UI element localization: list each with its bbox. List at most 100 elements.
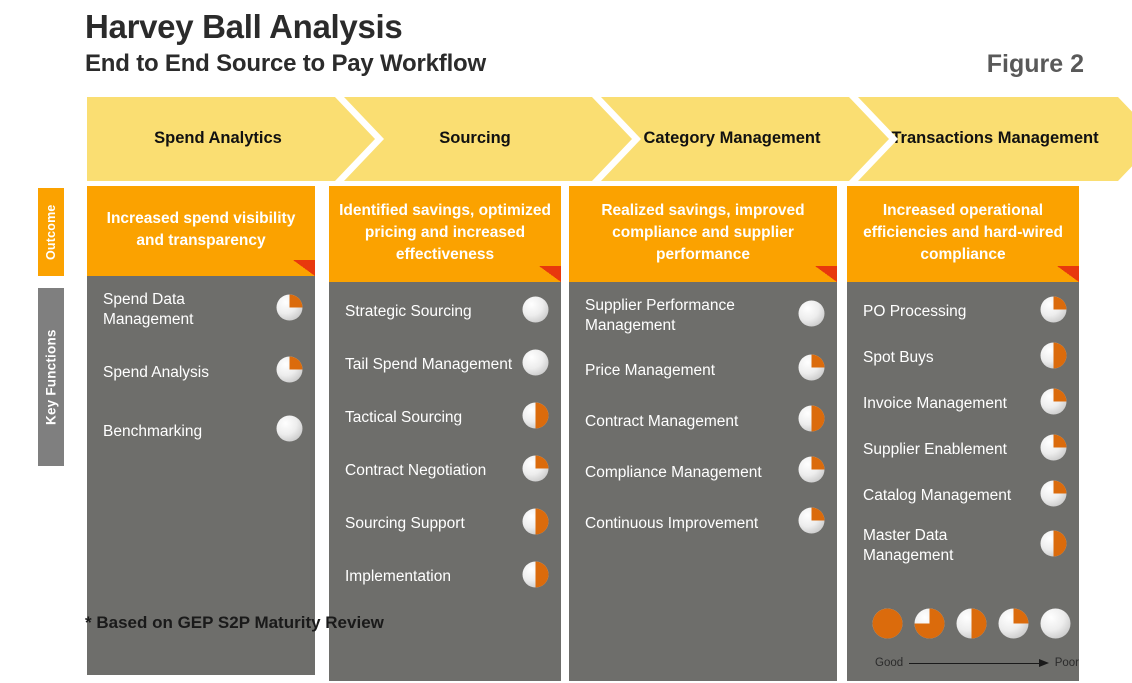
harvey-ball-icon [522, 508, 549, 540]
stage-chevron-1[interactable]: Spend Analytics [87, 97, 375, 181]
key-function-label: Invoice Management [863, 395, 1007, 413]
key-function-row[interactable]: Continuous Improvement [585, 507, 825, 539]
harvey-ball-icon [276, 294, 303, 326]
harvey-ball-icon [276, 356, 303, 388]
key-function-label: Master Data Management [863, 527, 954, 564]
outcome-box[interactable]: Increased operational efficiencies and h… [847, 186, 1079, 282]
harvey-ball-icon [522, 455, 549, 487]
key-function-row[interactable]: Tactical Sourcing [345, 402, 549, 434]
key-function-label: Supplier Performance Management [585, 297, 735, 334]
harvey-ball-icon [1040, 530, 1067, 562]
harvey-ball-icon [1040, 434, 1067, 466]
footnote: * Based on GEP S2P Maturity Review [85, 613, 384, 632]
corner-fold-icon [539, 266, 561, 282]
corner-fold-icon [293, 260, 315, 276]
key-function-row[interactable]: PO Processing [863, 296, 1067, 328]
outcome-text: Identified savings, optimized pricing an… [339, 202, 551, 263]
legend-harvey-ball-icon [956, 608, 987, 644]
stage-chevron-3[interactable]: Category Management [601, 97, 889, 181]
key-function-row[interactable]: Contract Management [585, 405, 825, 437]
key-function-label: Benchmarking [103, 422, 203, 440]
outcome-box[interactable]: Realized savings, improved compliance an… [569, 186, 837, 282]
key-function-label: Spend Analysis [103, 363, 209, 381]
legend-harvey-ball-icon [914, 608, 945, 644]
key-function-label: Price Management [585, 361, 716, 379]
key-function-row[interactable]: Supplier Performance Management [585, 296, 825, 335]
outcome-text: Increased spend visibility and transpare… [106, 210, 296, 249]
key-function-label: PO Processing [863, 303, 967, 321]
stage-chevron-2[interactable]: Sourcing [344, 97, 632, 181]
outcome-box[interactable]: Increased spend visibility and transpare… [87, 186, 315, 276]
legend-scale: Good Poor [872, 657, 1082, 669]
legend-harvey-ball-icon [998, 608, 1029, 644]
key-function-label: Compliance Management [585, 463, 762, 481]
key-function-label: Spot Buys [863, 349, 934, 367]
stage-chevron-label: Sourcing [439, 129, 511, 148]
key-function-row[interactable]: Implementation [345, 561, 549, 593]
harvey-ball-icon [522, 402, 549, 434]
stage-chevron-label: Transactions Management [891, 129, 1099, 148]
outcome-text: Realized savings, improved compliance an… [601, 202, 805, 263]
legend-good-label: Good [875, 657, 904, 669]
key-function-label: Sourcing Support [345, 515, 465, 533]
key-function-row[interactable]: Sourcing Support [345, 508, 549, 540]
harvey-ball-icon [1040, 296, 1067, 328]
stage-column-3: Realized savings, improved compliance an… [569, 186, 837, 681]
stage-chevron-4[interactable]: Transactions Management [858, 97, 1132, 181]
key-function-label: Catalog Management [863, 487, 1012, 505]
key-function-label: Tail Spend Management [345, 356, 513, 374]
page-subtitle: End to End Source to Pay Workflow [85, 50, 486, 77]
harvey-ball-icon [798, 405, 825, 437]
key-function-row[interactable]: Master Data Management [863, 526, 1067, 565]
harvey-ball-icon [798, 354, 825, 386]
corner-fold-icon [815, 266, 837, 282]
harvey-ball-icon [798, 300, 825, 332]
harvey-ball-icon [522, 561, 549, 593]
legend-poor-label: Poor [1054, 657, 1079, 669]
harvey-ball-analysis-page: Harvey Ball Analysis End to End Source t… [0, 0, 1132, 683]
legend-arrow-icon [909, 658, 1049, 668]
page-title: Harvey Ball Analysis [85, 8, 403, 45]
key-function-row[interactable]: Invoice Management [863, 388, 1067, 420]
stage-chevron-label: Category Management [643, 129, 821, 148]
harvey-ball-icon [1040, 480, 1067, 512]
key-function-label: Tactical Sourcing [345, 409, 463, 427]
key-function-label: Contract Negotiation [345, 462, 487, 480]
key-function-row[interactable]: Catalog Management [863, 480, 1067, 512]
legend: Good Poor [872, 608, 1082, 669]
legend-harvey-ball-icon [1040, 608, 1071, 644]
key-function-row[interactable]: Benchmarking [103, 415, 303, 447]
harvey-ball-icon [1040, 388, 1067, 420]
stage-column-4: Increased operational efficiencies and h… [847, 186, 1079, 681]
key-function-row[interactable]: Spend Data Management [103, 290, 303, 329]
harvey-ball-icon [276, 415, 303, 447]
outcome-box[interactable]: Identified savings, optimized pricing an… [329, 186, 561, 282]
stage-chevron-band: Spend Analytics Sourcing Category Manageme… [87, 97, 1132, 181]
key-function-row[interactable]: Tail Spend Management [345, 349, 549, 381]
stage-column-1: Increased spend visibility and transpare… [87, 186, 315, 675]
key-functions-body: Supplier Performance Management Price Man… [569, 282, 837, 681]
outcome-text: Increased operational efficiencies and h… [863, 202, 1063, 263]
key-function-label: Implementation [345, 568, 451, 586]
key-function-label: Continuous Improvement [585, 514, 759, 532]
key-function-row[interactable]: Price Management [585, 354, 825, 386]
harvey-ball-icon [522, 349, 549, 381]
key-function-row[interactable]: Strategic Sourcing [345, 296, 549, 328]
key-function-row[interactable]: Spend Analysis [103, 356, 303, 388]
row-label-outcome: Outcome [38, 188, 64, 276]
key-function-row[interactable]: Spot Buys [863, 342, 1067, 374]
harvey-ball-icon [798, 456, 825, 488]
legend-harvey-ball-icon [872, 608, 903, 644]
harvey-ball-icon [522, 296, 549, 328]
harvey-ball-icon [798, 507, 825, 539]
key-function-row[interactable]: Contract Negotiation [345, 455, 549, 487]
figure-label: Figure 2 [986, 50, 1084, 78]
key-function-label: Supplier Enablement [863, 441, 1007, 459]
key-function-row[interactable]: Supplier Enablement [863, 434, 1067, 466]
key-function-row[interactable]: Compliance Management [585, 456, 825, 488]
legend-balls [872, 608, 1082, 644]
harvey-ball-icon [1040, 342, 1067, 374]
key-function-label: Contract Management [585, 412, 739, 430]
key-function-label: Strategic Sourcing [345, 303, 472, 321]
stage-column-2: Identified savings, optimized pricing an… [329, 186, 561, 681]
